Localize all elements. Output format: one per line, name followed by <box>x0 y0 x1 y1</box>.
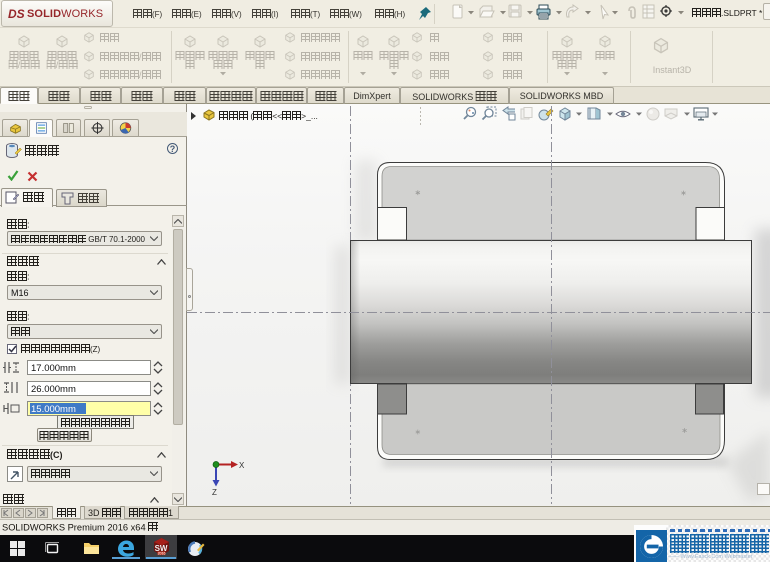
svg-text:X: X <box>239 461 245 470</box>
svg-text:Z: Z <box>212 488 217 497</box>
svg-text:2016: 2016 <box>158 551 166 555</box>
